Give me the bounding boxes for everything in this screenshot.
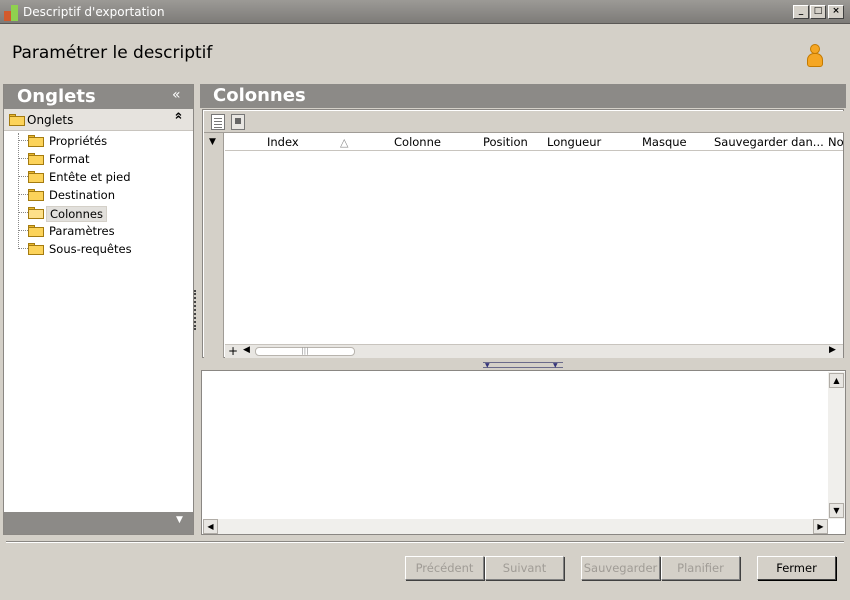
detail-pane[interactable]: ▲ ▼ ◀ ▶ bbox=[201, 370, 846, 535]
tabs-panel-footer[interactable]: ▼ bbox=[4, 512, 193, 534]
tree-item-proprietes[interactable]: Propriétés bbox=[18, 132, 188, 150]
column-header-sauvegarder[interactable]: Sauvegarder dan... bbox=[714, 135, 824, 149]
new-document-icon[interactable] bbox=[211, 114, 225, 130]
grid-toolbar bbox=[204, 111, 844, 133]
columns-grid: ▼ Index △ Colonne Position Longueur Masq… bbox=[202, 109, 844, 358]
collapse-panel-icon[interactable]: « bbox=[172, 87, 181, 103]
schedule-button[interactable]: Planifier bbox=[661, 556, 740, 580]
close-window-button[interactable]: × bbox=[828, 5, 844, 19]
column-menu-icon[interactable]: ▼ bbox=[209, 137, 216, 147]
chevron-down-icon[interactable]: ▼ bbox=[176, 515, 183, 525]
tabs-panel-header: Onglets « bbox=[4, 85, 193, 109]
tree-item-label: Format bbox=[49, 152, 90, 166]
tree-item-label: Paramètres bbox=[49, 224, 115, 238]
tree-item-parametres[interactable]: Paramètres bbox=[18, 222, 188, 240]
add-row-icon[interactable]: + bbox=[228, 344, 238, 358]
tabs-panel: Onglets « Onglets ⌃ ⌃ Propriétés Format E… bbox=[3, 84, 194, 535]
detail-horizontal-scrollbar[interactable]: ◀ ▶ bbox=[203, 519, 828, 534]
tree-item-label: Destination bbox=[49, 188, 115, 202]
tree-item-label: Sous-requêtes bbox=[49, 242, 132, 256]
splitter-arrow-icon: ▼ bbox=[485, 362, 490, 369]
app-icon bbox=[4, 5, 18, 21]
folder-icon bbox=[28, 171, 44, 183]
scroll-left-icon[interactable]: ◀ bbox=[203, 519, 218, 534]
close-button[interactable]: Fermer bbox=[757, 556, 836, 580]
tree-root-label: Onglets bbox=[27, 113, 74, 127]
tabs-panel-title: Onglets bbox=[17, 86, 96, 107]
save-button[interactable]: Sauvegarder bbox=[581, 556, 660, 580]
detail-vertical-scrollbar[interactable]: ▲ ▼ bbox=[828, 372, 845, 519]
tree-item-label: Propriétés bbox=[49, 134, 108, 148]
user-icon[interactable] bbox=[806, 44, 824, 68]
grid-horizontal-scrollbar[interactable]: + ◀ ||| ▶ bbox=[225, 344, 843, 358]
folder-open-icon bbox=[28, 207, 44, 219]
tree-item-label: Entête et pied bbox=[49, 170, 131, 184]
grid-row-selector: ▼ bbox=[204, 133, 224, 358]
tree-item-sous-requetes[interactable]: Sous-requêtes bbox=[18, 240, 188, 258]
scroll-right-icon[interactable]: ▶ bbox=[813, 519, 828, 534]
tree-item-entete-pied[interactable]: Entête et pied bbox=[18, 168, 188, 186]
folder-icon bbox=[28, 189, 44, 201]
splitter-arrow-icon: ▼ bbox=[553, 362, 558, 369]
column-header-longueur[interactable]: Longueur bbox=[547, 135, 601, 149]
tree-item-format[interactable]: Format bbox=[18, 150, 188, 168]
folder-icon bbox=[9, 114, 25, 126]
column-header-position[interactable]: Position bbox=[483, 135, 528, 149]
maximize-button[interactable]: □ bbox=[810, 5, 826, 19]
scroll-right-icon[interactable]: ▶ bbox=[829, 345, 836, 355]
columns-panel-title: Colonnes bbox=[213, 85, 306, 106]
scroll-left-icon[interactable]: ◀ bbox=[243, 345, 250, 355]
window-title: Descriptif d'exportation bbox=[23, 5, 165, 19]
folder-icon bbox=[28, 135, 44, 147]
horizontal-splitter[interactable]: ▼ ▼ bbox=[483, 362, 563, 369]
tree-item-colonnes[interactable]: Colonnes bbox=[18, 204, 188, 222]
edit-icon[interactable] bbox=[231, 114, 245, 130]
column-header-no[interactable]: No bbox=[828, 135, 843, 149]
tree-root[interactable]: Onglets ⌃ ⌃ bbox=[4, 109, 193, 131]
grid-header: Index △ Colonne Position Longueur Masque… bbox=[225, 133, 843, 151]
tree-item-destination[interactable]: Destination bbox=[18, 186, 188, 204]
column-header-colonne[interactable]: Colonne bbox=[394, 135, 441, 149]
page-header: Paramétrer le descriptif bbox=[0, 24, 850, 84]
folder-icon bbox=[28, 243, 44, 255]
next-button[interactable]: Suivant bbox=[485, 556, 564, 580]
scroll-up-icon[interactable]: ▲ bbox=[829, 373, 844, 388]
scroll-thumb[interactable]: ||| bbox=[255, 347, 355, 356]
tree-item-label: Colonnes bbox=[46, 206, 107, 222]
sort-ascending-icon: △ bbox=[340, 136, 349, 149]
page-title: Paramétrer le descriptif bbox=[12, 43, 213, 63]
minimize-button[interactable]: _ bbox=[793, 5, 809, 19]
previous-button[interactable]: Précédent bbox=[405, 556, 484, 580]
folder-icon bbox=[28, 153, 44, 165]
columns-panel-header: Colonnes bbox=[200, 84, 846, 108]
bottom-separator bbox=[6, 541, 844, 543]
scroll-down-icon[interactable]: ▼ bbox=[829, 503, 844, 518]
column-header-masque[interactable]: Masque bbox=[642, 135, 687, 149]
vertical-splitter[interactable] bbox=[194, 290, 199, 330]
column-header-index[interactable]: Index bbox=[267, 135, 299, 149]
folder-icon bbox=[28, 225, 44, 237]
window-titlebar[interactable]: Descriptif d'exportation _ □ × bbox=[0, 0, 850, 24]
